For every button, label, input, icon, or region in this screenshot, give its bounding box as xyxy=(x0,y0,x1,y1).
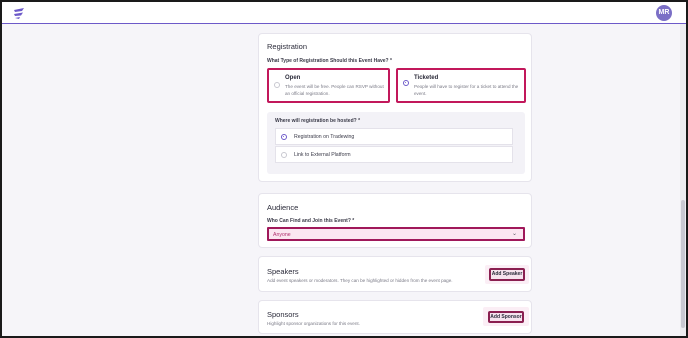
audience-select-value: Anyone xyxy=(273,231,291,238)
registration-option-ticketed[interactable]: Ticketed People will have to register fo… xyxy=(396,68,526,103)
scrollbar-thumb[interactable] xyxy=(681,200,685,328)
open-option-desc: The event will be free. People can RSVP … xyxy=(285,84,384,96)
host-option-external[interactable]: Link to External Platform xyxy=(275,146,513,163)
open-option-title: Open xyxy=(285,75,301,81)
host-option-label: Registration on Tradewing xyxy=(294,134,355,140)
speakers-card: Speakers Add event speakers or moderator… xyxy=(258,256,532,292)
scrollbar[interactable] xyxy=(680,24,686,336)
external-radio[interactable] xyxy=(281,152,287,158)
registration-host-section: Where will registration be hosted? * Reg… xyxy=(267,112,525,174)
audience-title: Audience xyxy=(267,203,299,212)
sponsors-title: Sponsors xyxy=(267,310,299,319)
tradewing-radio[interactable] xyxy=(281,134,287,140)
top-bar: MR xyxy=(2,2,686,24)
host-option-label: Link to External Platform xyxy=(294,152,351,158)
audience-select[interactable]: Anyone ⌄ xyxy=(267,227,525,241)
add-speaker-button[interactable]: Add Speaker xyxy=(489,268,525,281)
registration-type-label: What Type of Registration Should this Ev… xyxy=(267,58,392,64)
registration-host-label: Where will registration be hosted? * xyxy=(275,118,361,124)
sponsors-card: Sponsors Highlight sponsor organizations… xyxy=(258,300,532,334)
chevron-down-icon: ⌄ xyxy=(511,231,517,237)
app-window: MR Registration What Type of Registratio… xyxy=(0,0,688,338)
add-sponsor-button[interactable]: Add Sponsor xyxy=(488,311,524,323)
tradewing-logo-icon[interactable] xyxy=(12,6,26,20)
audience-card: Audience Who Can Find and Join this Even… xyxy=(258,193,532,248)
ticketed-option-title: Ticketed xyxy=(414,75,439,81)
speakers-title: Speakers xyxy=(267,267,299,276)
speakers-desc: Add event speakers or moderators. They c… xyxy=(267,278,453,283)
ticketed-radio[interactable] xyxy=(403,80,409,86)
audience-label: Who Can Find and Join this Event? * xyxy=(267,218,355,224)
host-option-tradewing[interactable]: Registration on Tradewing xyxy=(275,128,513,145)
registration-option-open[interactable]: Open The event will be free. People can … xyxy=(267,68,390,103)
open-radio[interactable] xyxy=(274,82,280,88)
registration-card: Registration What Type of Registration S… xyxy=(258,33,532,182)
avatar[interactable]: MR xyxy=(656,5,672,21)
ticketed-option-desc: People will have to register for a ticke… xyxy=(414,84,519,96)
sponsors-desc: Highlight sponsor organizations for this… xyxy=(267,321,360,326)
registration-title: Registration xyxy=(267,42,308,51)
